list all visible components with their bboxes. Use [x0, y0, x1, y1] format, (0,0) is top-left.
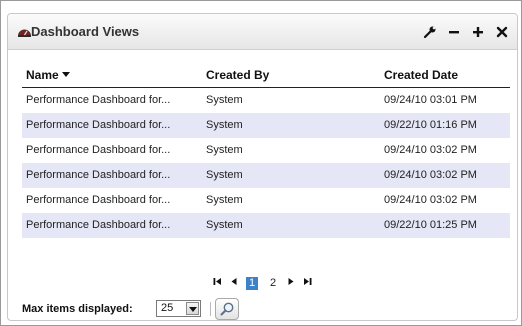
toolbar-divider — [210, 302, 211, 316]
column-header-created-by[interactable]: Created By — [206, 68, 269, 82]
column-header-name[interactable]: Name — [26, 68, 70, 82]
cell-created-by: System — [206, 219, 243, 231]
next-page-icon[interactable] — [288, 277, 294, 289]
close-icon[interactable] — [495, 25, 509, 39]
table-footer: Max items displayed: 25 — [22, 298, 322, 320]
table-row[interactable]: Performance Dashboard for... System 09/2… — [22, 213, 510, 238]
cell-created-date: 09/24/10 03:02 PM — [384, 194, 477, 206]
cell-name: Performance Dashboard for... — [26, 94, 171, 106]
cell-created-by: System — [206, 169, 243, 181]
previous-page-icon[interactable] — [231, 277, 237, 289]
wrench-icon[interactable] — [423, 25, 437, 39]
first-page-icon[interactable] — [213, 277, 222, 289]
add-icon[interactable] — [471, 25, 485, 39]
portlet-title: Dashboard Views — [31, 24, 140, 39]
column-header-created-date[interactable]: Created Date — [384, 68, 458, 82]
cell-name: Performance Dashboard for... — [26, 119, 171, 131]
cell-created-date: 09/22/10 01:16 PM — [384, 119, 477, 131]
table-row[interactable]: Performance Dashboard for... System 09/2… — [22, 88, 510, 113]
last-page-icon[interactable] — [303, 277, 312, 289]
page-number-1[interactable]: 1 — [246, 276, 258, 290]
cell-created-date: 09/24/10 03:02 PM — [384, 144, 477, 156]
table-row[interactable]: Performance Dashboard for... System 09/2… — [22, 188, 510, 213]
sort-descending-icon — [61, 72, 70, 77]
max-items-label: Max items displayed: — [22, 303, 133, 315]
cell-created-by: System — [206, 144, 243, 156]
max-items-select[interactable]: 25 — [156, 300, 201, 317]
chevron-down-icon[interactable] — [186, 302, 199, 315]
cell-name: Performance Dashboard for... — [26, 144, 171, 156]
dashboard-gauge-icon — [17, 25, 32, 38]
cell-created-by: System — [206, 94, 243, 106]
cell-name: Performance Dashboard for... — [26, 169, 171, 181]
table-row[interactable]: Performance Dashboard for... System 09/2… — [22, 113, 510, 138]
portlet-header: Dashboard Views — [8, 14, 517, 50]
dashboard-views-portlet: Dashboard Views Name Created By Created … — [7, 13, 518, 321]
cell-name: Performance Dashboard for... — [26, 219, 171, 231]
minimize-icon[interactable] — [447, 25, 461, 39]
pagination: 1 2 — [213, 276, 312, 290]
cell-created-by: System — [206, 194, 243, 206]
table-header: Name Created By Created Date — [22, 68, 510, 88]
table-row[interactable]: Performance Dashboard for... System 09/2… — [22, 163, 510, 188]
cell-created-date: 09/24/10 03:02 PM — [384, 169, 477, 181]
search-icon — [220, 302, 234, 316]
cell-created-by: System — [206, 119, 243, 131]
table-row[interactable]: Performance Dashboard for... System 09/2… — [22, 138, 510, 163]
cell-name: Performance Dashboard for... — [26, 194, 171, 206]
page-number-2[interactable]: 2 — [267, 277, 279, 290]
cell-created-date: 09/24/10 03:01 PM — [384, 94, 477, 106]
cell-created-date: 09/22/10 01:25 PM — [384, 219, 477, 231]
portlet-tools — [423, 22, 509, 42]
window-frame: Dashboard Views Name Created By Created … — [0, 0, 522, 326]
dashboard-views-table: Name Created By Created Date Performance… — [22, 68, 510, 238]
max-items-value: 25 — [161, 302, 174, 314]
search-button[interactable] — [215, 298, 239, 320]
